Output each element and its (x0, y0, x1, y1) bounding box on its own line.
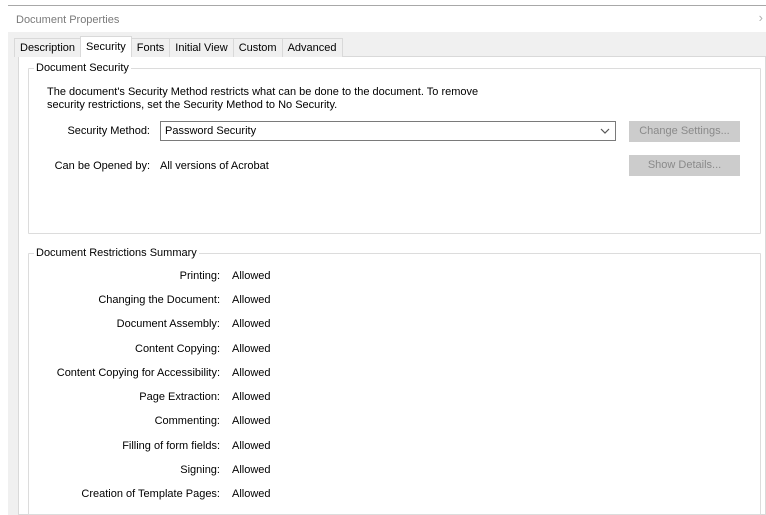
security-method-value: Password Security (165, 125, 257, 137)
restriction-label: Content Copying: (135, 343, 220, 355)
document-properties-window: Document Properties › Description Securi… (0, 0, 766, 515)
restriction-label: Printing: (179, 270, 220, 282)
restrictions-summary-group: Document Restrictions Summary (28, 247, 761, 515)
window-title: Document Properties (16, 14, 120, 26)
can-be-opened-label: Can be Opened by: (54, 160, 150, 172)
restriction-label: Signing: (180, 464, 220, 476)
tab-fonts[interactable]: Fonts (130, 38, 171, 57)
restriction-label: Page Extraction: (139, 391, 220, 403)
restriction-value: Allowed (232, 391, 271, 403)
security-method-label: Security Method: (67, 125, 150, 137)
restriction-label: Changing the Document: (98, 294, 220, 306)
restriction-value: Allowed (232, 440, 271, 452)
chevron-down-icon[interactable] (597, 122, 613, 140)
security-description-line1: The document's Security Method restricts… (47, 86, 479, 98)
show-details-button[interactable]: Show Details... (629, 155, 740, 176)
tab-description[interactable]: Description (14, 38, 82, 57)
restriction-label: Creation of Template Pages: (81, 488, 220, 500)
close-icon[interactable]: › (759, 11, 763, 25)
security-description: The document's Security Method restricts… (47, 86, 497, 112)
document-security-legend: Document Security (36, 62, 129, 74)
restriction-value: Allowed (232, 367, 271, 379)
security-description-line2: security restrictions, set the Security … (47, 99, 338, 111)
restriction-label: Document Assembly: (116, 318, 220, 330)
restriction-value: Allowed (232, 343, 271, 355)
restriction-value: Allowed (232, 294, 271, 306)
change-settings-button[interactable]: Change Settings... (629, 121, 740, 142)
tab-bar: Description Security Fonts Initial View … (14, 36, 343, 57)
restriction-value: Allowed (232, 318, 271, 330)
restriction-value: Allowed (232, 464, 271, 476)
restriction-value: Allowed (232, 415, 271, 427)
restriction-value: Allowed (232, 488, 271, 500)
tab-custom[interactable]: Custom (232, 38, 283, 57)
tab-advanced[interactable]: Advanced (281, 38, 343, 57)
restriction-label: Filling of form fields: (122, 440, 220, 452)
restriction-label: Content Copying for Accessibility: (56, 367, 220, 379)
security-method-select[interactable]: Password Security (160, 121, 616, 141)
tab-initial-view[interactable]: Initial View (169, 38, 234, 57)
restriction-value: Allowed (232, 270, 271, 282)
restrictions-summary-legend: Document Restrictions Summary (36, 247, 197, 259)
restriction-label: Commenting: (154, 415, 220, 427)
tab-security[interactable]: Security (80, 36, 132, 57)
can-be-opened-value: All versions of Acrobat (160, 160, 269, 172)
title-bar: Document Properties › (0, 6, 766, 32)
